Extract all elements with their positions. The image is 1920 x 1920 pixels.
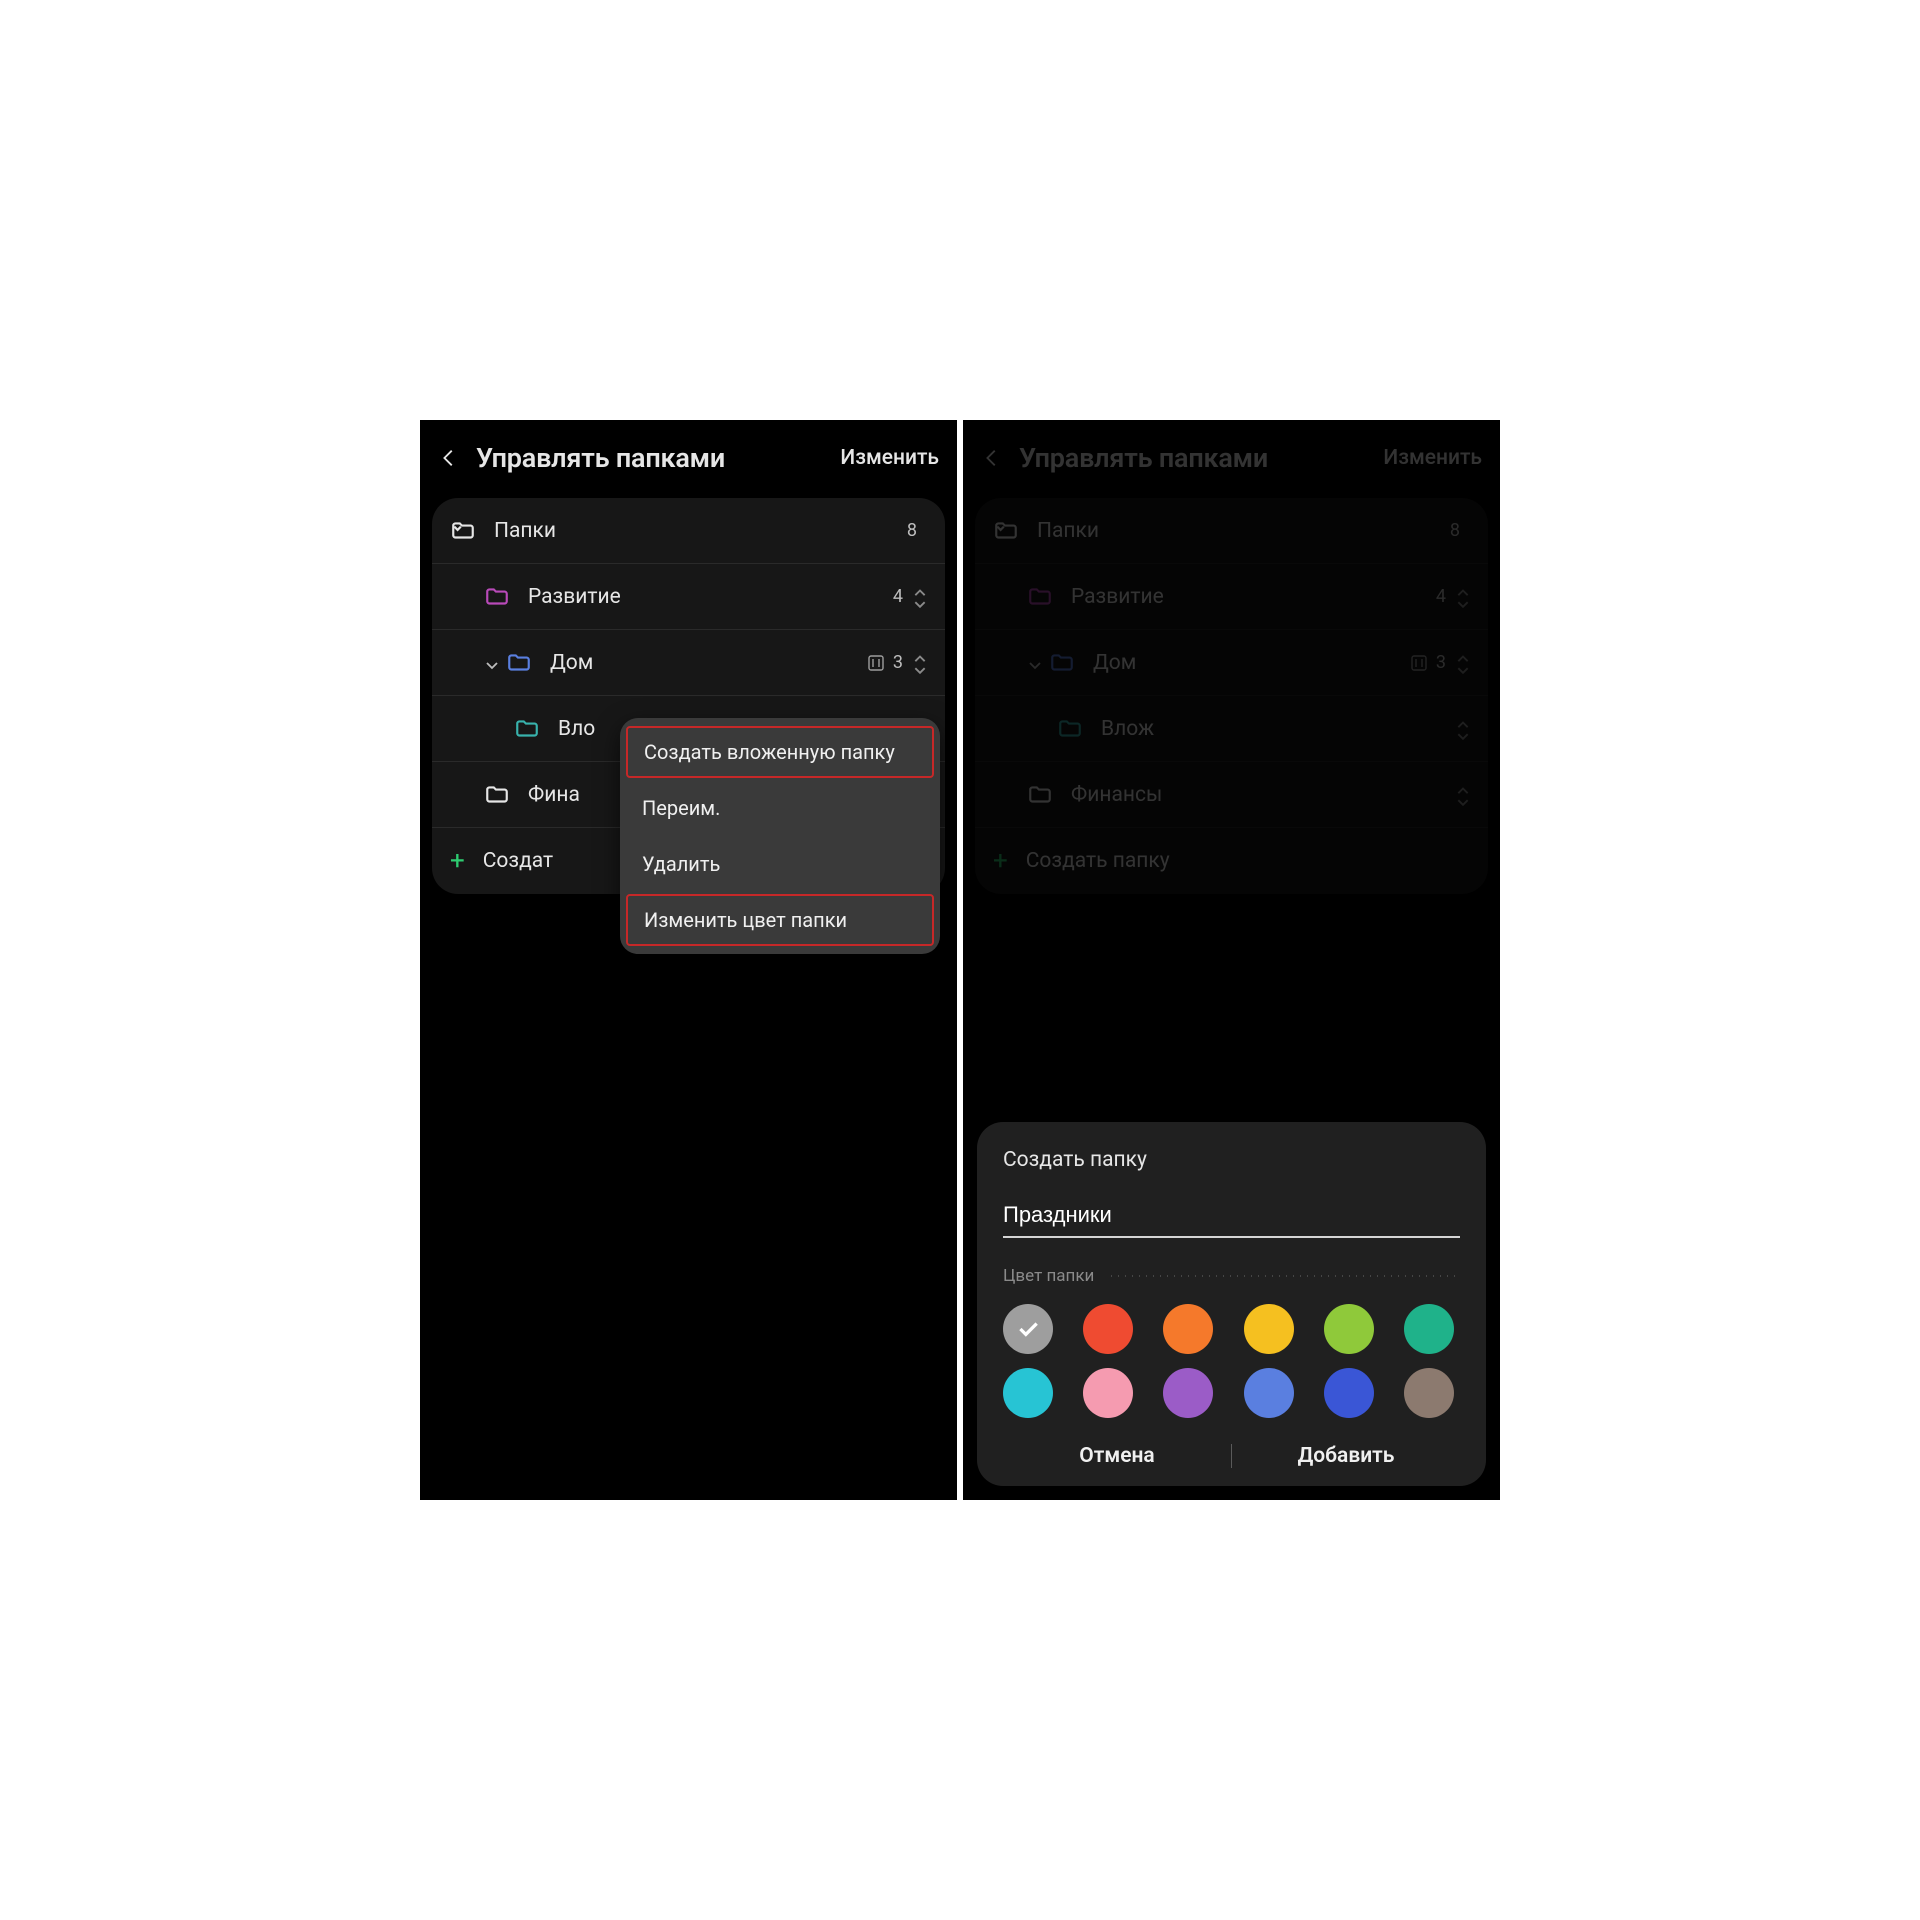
folder-icon xyxy=(484,584,510,610)
folder-fin[interactable]: Финансы xyxy=(975,762,1488,828)
sync-icon xyxy=(867,654,885,672)
color-swatch[interactable] xyxy=(1324,1304,1374,1354)
color-swatch[interactable] xyxy=(1324,1368,1374,1418)
create-folder-label: Создать папку xyxy=(1026,849,1170,873)
folder-icon xyxy=(1049,650,1075,676)
folder-label: Папки xyxy=(1037,519,1450,543)
root-folder-icon xyxy=(993,518,1019,544)
color-swatch[interactable] xyxy=(1404,1368,1454,1418)
folder-icon xyxy=(506,650,532,676)
folder-dev[interactable]: Развитие 4 xyxy=(432,564,945,630)
color-swatch[interactable] xyxy=(1163,1368,1213,1418)
reorder-icon[interactable] xyxy=(1456,653,1470,673)
color-swatch[interactable] xyxy=(1404,1304,1454,1354)
color-swatch[interactable] xyxy=(1003,1304,1053,1354)
reorder-icon[interactable] xyxy=(913,587,927,607)
back-icon[interactable] xyxy=(438,447,460,469)
folder-home[interactable]: Дом 3 xyxy=(432,630,945,696)
ctx-recolor[interactable]: Изменить цвет папки xyxy=(626,894,934,946)
ctx-delete[interactable]: Удалить xyxy=(620,836,940,892)
reorder-icon[interactable] xyxy=(913,653,927,673)
folder-icon xyxy=(1027,584,1053,610)
folder-name-input[interactable] xyxy=(1003,1202,1460,1228)
chevron-down-icon[interactable] xyxy=(1027,655,1043,671)
folder-icon xyxy=(1027,782,1053,808)
folder-root[interactable]: Папки 8 xyxy=(432,498,945,564)
folder-count: 3 xyxy=(893,652,903,673)
folder-label: Дом xyxy=(1093,651,1410,675)
folder-icon xyxy=(1057,716,1083,742)
folder-count: 3 xyxy=(1436,652,1446,673)
folder-label: Влож xyxy=(1101,717,1456,741)
folder-dev[interactable]: Развитие 4 xyxy=(975,564,1488,630)
folder-home[interactable]: Дом 3 xyxy=(975,630,1488,696)
header: Управлять папками Изменить xyxy=(963,420,1500,488)
edit-button[interactable]: Изменить xyxy=(840,446,939,470)
folder-count: 8 xyxy=(907,520,917,541)
reorder-icon[interactable] xyxy=(1456,785,1470,805)
color-swatch[interactable] xyxy=(1244,1304,1294,1354)
color-swatch[interactable] xyxy=(1244,1368,1294,1418)
folder-count: 8 xyxy=(1450,520,1460,541)
color-section-label: Цвет папки xyxy=(1003,1266,1094,1286)
color-swatch[interactable] xyxy=(1083,1304,1133,1354)
reorder-icon[interactable] xyxy=(1456,719,1470,739)
plus-icon: + xyxy=(450,846,465,876)
folder-panel: Папки 8 Развитие 4 Дом 3 Влож xyxy=(975,498,1488,894)
folder-label: Развитие xyxy=(1071,585,1436,609)
phone-right: Управлять папками Изменить Папки 8 Разви… xyxy=(963,420,1500,1500)
chevron-down-icon[interactable] xyxy=(484,655,500,671)
page-title: Управлять папками xyxy=(1019,442,1367,474)
color-swatches xyxy=(1003,1304,1460,1418)
color-section-header: Цвет папки xyxy=(1003,1266,1460,1286)
context-menu: Создать вложенную папку Переим. Удалить … xyxy=(620,718,940,954)
cancel-button[interactable]: Отмена xyxy=(1003,1444,1231,1468)
root-folder-icon xyxy=(450,518,476,544)
create-folder-label: Создат xyxy=(483,849,553,873)
folder-icon xyxy=(484,782,510,808)
color-swatch[interactable] xyxy=(1163,1304,1213,1354)
back-icon[interactable] xyxy=(981,447,1003,469)
folder-label: Папки xyxy=(494,519,907,543)
sheet-buttons: Отмена Добавить xyxy=(1003,1438,1460,1468)
add-button[interactable]: Добавить xyxy=(1232,1444,1460,1468)
edit-button[interactable]: Изменить xyxy=(1383,446,1482,470)
create-folder-sheet: Создать папку Цвет папки Отмена Добавить xyxy=(977,1122,1486,1486)
color-swatch[interactable] xyxy=(1003,1368,1053,1418)
page-title: Управлять папками xyxy=(476,442,824,474)
color-swatch[interactable] xyxy=(1083,1368,1133,1418)
header: Управлять папками Изменить xyxy=(420,420,957,488)
ctx-create-subfolder[interactable]: Создать вложенную папку xyxy=(626,726,934,778)
folder-label: Финансы xyxy=(1071,783,1456,807)
folder-count: 4 xyxy=(893,586,903,607)
folder-icon xyxy=(514,716,540,742)
create-folder-row[interactable]: + Создать папку xyxy=(975,828,1488,894)
folder-label: Развитие xyxy=(528,585,893,609)
phone-left: Управлять папками Изменить Папки 8 Разви… xyxy=(420,420,957,1500)
folder-count: 4 xyxy=(1436,586,1446,607)
folder-sub[interactable]: Влож xyxy=(975,696,1488,762)
divider-dots xyxy=(1108,1275,1460,1277)
sheet-title: Создать папку xyxy=(1003,1148,1460,1172)
sync-icon xyxy=(1410,654,1428,672)
plus-icon: + xyxy=(993,846,1008,876)
folder-root[interactable]: Папки 8 xyxy=(975,498,1488,564)
reorder-icon[interactable] xyxy=(1456,587,1470,607)
folder-label: Дом xyxy=(550,651,867,675)
ctx-rename[interactable]: Переим. xyxy=(620,780,940,836)
folder-name-input-wrap xyxy=(1003,1202,1460,1238)
